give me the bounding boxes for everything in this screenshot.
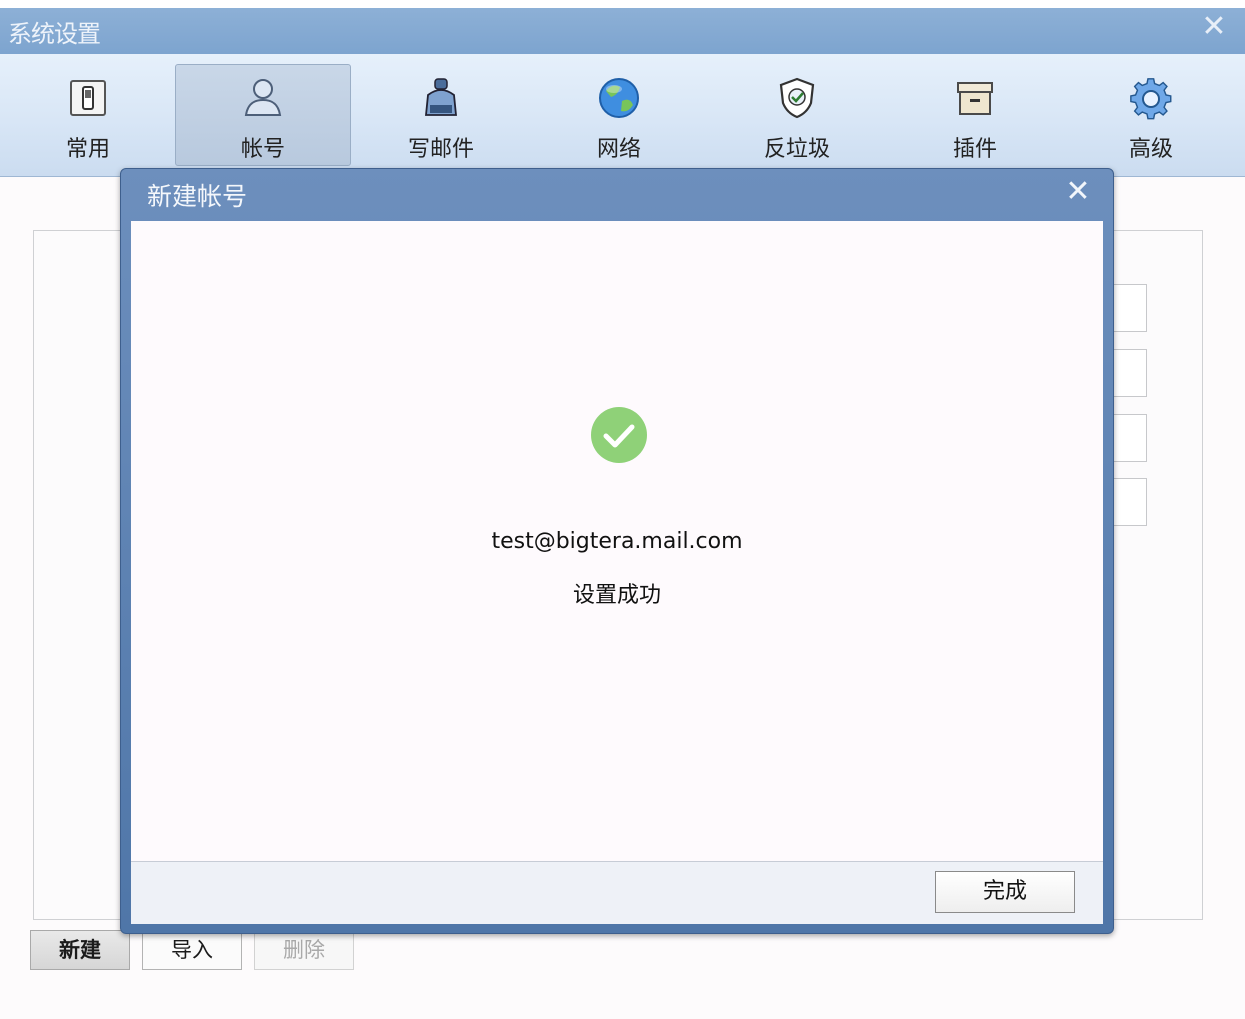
archive-box-icon xyxy=(957,82,993,115)
tab-label: 插件 xyxy=(952,137,997,162)
tab-compose[interactable]: 写邮件 xyxy=(353,64,529,166)
account-email: test@bigtera.mail.com xyxy=(491,529,743,554)
user-icon xyxy=(244,79,282,116)
tab-account[interactable]: 帐号 xyxy=(175,64,351,166)
dialog-body: test@bigtera.mail.com 设置成功 xyxy=(131,221,1103,861)
tab-label: 帐号 xyxy=(240,137,285,162)
tab-label: 反垃圾 xyxy=(763,137,830,162)
delete-button: 删除 xyxy=(254,930,354,970)
window-title: 系统设置 xyxy=(8,20,101,48)
new-account-dialog: 新建帐号 ✕ test@bigtera.mail.com 设置成功 完成 xyxy=(120,168,1114,934)
tab-advanced[interactable]: 高级 xyxy=(1063,64,1239,166)
new-account-button[interactable]: 新建 xyxy=(30,930,130,970)
settings-toolbar: 常用 帐号 写邮件 网络 反垃圾 插件 高级 xyxy=(0,54,1245,177)
shield-check-icon xyxy=(779,77,815,119)
tab-label: 常用 xyxy=(65,137,110,162)
success-check-icon xyxy=(591,407,647,463)
window-titlebar: 系统设置 ✕ xyxy=(0,8,1245,54)
tab-antispam[interactable]: 反垃圾 xyxy=(709,64,885,166)
done-button[interactable]: 完成 xyxy=(935,871,1075,913)
tab-network[interactable]: 网络 xyxy=(531,64,707,166)
dialog-footer: 完成 xyxy=(131,861,1103,924)
tab-general[interactable]: 常用 xyxy=(0,64,176,166)
tab-label: 网络 xyxy=(596,137,641,162)
import-button[interactable]: 导入 xyxy=(142,930,242,970)
gear-icon xyxy=(1130,78,1172,120)
globe-icon xyxy=(599,78,639,118)
tab-label: 写邮件 xyxy=(407,137,474,162)
status-message: 设置成功 xyxy=(572,583,661,608)
close-icon[interactable]: ✕ xyxy=(1061,175,1095,209)
tab-label: 高级 xyxy=(1128,137,1173,162)
dialog-title: 新建帐号 xyxy=(147,182,248,211)
ink-bottle-icon xyxy=(425,78,457,116)
close-icon[interactable]: ✕ xyxy=(1197,10,1231,44)
tab-plugins[interactable]: 插件 xyxy=(887,64,1063,166)
phone-icon xyxy=(70,80,106,116)
